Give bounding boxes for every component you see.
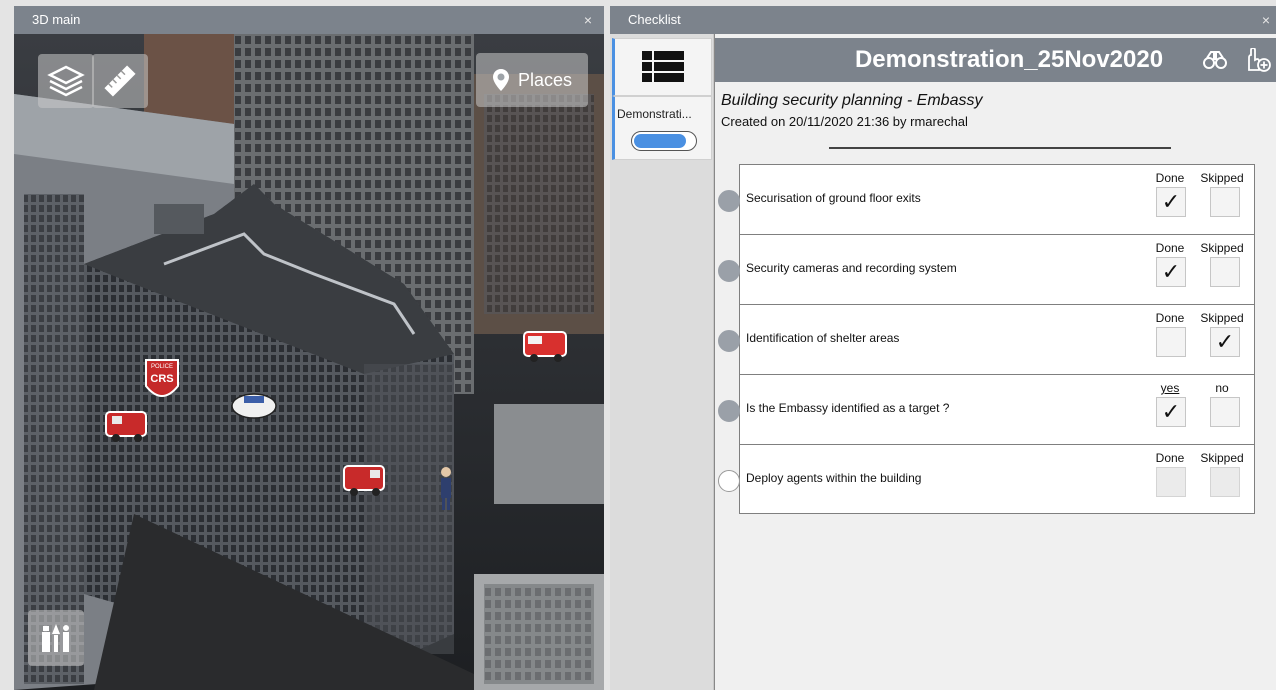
item-status-indicator [718, 330, 740, 352]
skipped-checkbox[interactable] [1210, 187, 1240, 217]
3d-view-titlebar: 3D main × [14, 6, 604, 34]
checklist-item: Securisation of ground floor exits Done … [718, 165, 1254, 235]
done-checkbox[interactable]: ✓ [1156, 187, 1186, 217]
3d-view-panel[interactable]: 3D main × POLICE CRS Places [14, 6, 604, 690]
crs-badge-top-text: POLICE [151, 364, 173, 370]
close-icon[interactable]: × [584, 6, 592, 34]
lower-building-windows [484, 584, 594, 684]
skipped-checkbox[interactable] [1210, 467, 1240, 497]
item-label: Securisation of ground floor exits [746, 191, 921, 205]
police-car-marker[interactable] [231, 393, 277, 419]
done-checkbox[interactable] [1156, 467, 1186, 497]
option-label-yes: yes [1160, 381, 1180, 395]
checklist-window: Checklist × Demonstrati... Demonstration… [610, 6, 1276, 690]
skipped-checkbox[interactable]: ✓ [1210, 327, 1240, 357]
places-label: Places [517, 69, 573, 90]
item-label: Security cameras and recording system [746, 261, 957, 275]
item-status-indicator [718, 400, 740, 422]
option-label-done: Done [1155, 311, 1185, 325]
close-icon[interactable]: × [1262, 6, 1270, 34]
lower-building-right [494, 404, 604, 504]
option-label-skipped: Skipped [1200, 241, 1244, 255]
done-checkbox[interactable]: ✓ [1156, 257, 1186, 287]
tools-icon [42, 624, 69, 652]
checklist-window-title: Checklist [628, 12, 681, 27]
done-checkbox[interactable] [1156, 327, 1186, 357]
tools-button[interactable] [28, 610, 84, 666]
option-label-done: Done [1155, 241, 1185, 255]
checklist-list-button[interactable] [612, 38, 712, 96]
roof-structure [154, 204, 204, 234]
checklist-main: Demonstration_25Nov2020 Building securit… [714, 34, 1276, 690]
item-status-indicator [718, 190, 740, 212]
checklist-title: Demonstration_25Nov2020 [854, 46, 1164, 73]
sidebar-item-label: Demonstrati... [617, 107, 692, 121]
progress-fill [634, 134, 686, 148]
created-info: Created on 20/11/2020 21:36 by rmarechal [721, 114, 968, 129]
checklist-items: Securisation of ground floor exits Done … [718, 164, 1255, 515]
header-divider [829, 147, 1171, 149]
item-status-indicator [718, 470, 740, 492]
progress-bar [631, 131, 697, 151]
option-label-skipped: Skipped [1200, 311, 1244, 325]
binoculars-icon[interactable] [1203, 50, 1227, 70]
sidebar-item-demonstration[interactable]: Demonstrati... [612, 96, 712, 160]
checklist-sidebar: Demonstrati... [610, 34, 714, 690]
checklist-header: Demonstration_25Nov2020 [715, 38, 1276, 82]
option-label-done: Done [1155, 171, 1185, 185]
crs-badge-text: CRS [150, 373, 173, 385]
option-label-skipped: Skipped [1200, 171, 1244, 185]
checklist-item: Security cameras and recording system Do… [718, 235, 1254, 305]
item-label: Identification of shelter areas [746, 331, 900, 345]
checklist-item: Identification of shelter areas Done Ski… [718, 305, 1254, 375]
tower-side [364, 364, 454, 654]
option-label-skipped: Skipped [1200, 451, 1244, 465]
background-building-brick [144, 34, 234, 124]
item-label: Is the Embassy identified as a target ? [746, 401, 950, 415]
list-icon [642, 51, 684, 82]
layers-button[interactable] [38, 54, 94, 108]
ruler-button[interactable] [92, 54, 148, 108]
item-label: Deploy agents within the building [746, 471, 922, 485]
checklist-titlebar: Checklist × [610, 6, 1276, 34]
background-building-windows [484, 94, 594, 314]
layers-icon [47, 65, 85, 97]
option-label-no: no [1215, 381, 1229, 395]
3d-scene[interactable]: POLICE CRS [14, 34, 604, 690]
ruler-icon [104, 65, 136, 97]
checklist-item: Deploy agents within the building Done S… [718, 445, 1254, 515]
no-checkbox[interactable] [1210, 397, 1240, 427]
3d-view-title: 3D main [32, 12, 81, 27]
skipped-checkbox[interactable] [1210, 257, 1240, 287]
checklist-item: Is the Embassy identified as a target ? … [718, 375, 1254, 445]
crs-police-marker[interactable]: POLICE CRS [145, 359, 179, 397]
checklist-subtitle: Building security planning - Embassy [721, 92, 983, 109]
add-hand-icon[interactable] [1245, 48, 1271, 72]
item-status-indicator [718, 260, 740, 282]
yes-checkbox[interactable]: ✓ [1156, 397, 1186, 427]
option-label-done: Done [1155, 451, 1185, 465]
map-pin-icon [492, 69, 509, 91]
places-button[interactable]: Places [476, 53, 588, 107]
